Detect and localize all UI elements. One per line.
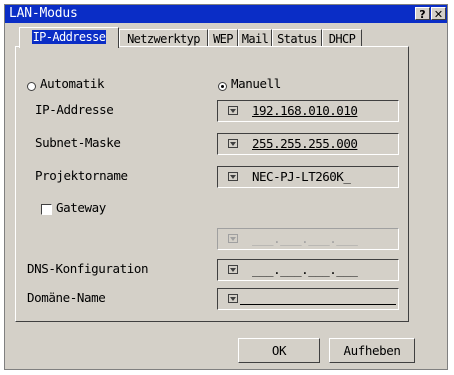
tab-netzwerktyp[interactable]: Netzwerktyp (119, 29, 208, 47)
domain-name-field[interactable] (217, 288, 399, 310)
domain-name-underline (240, 304, 396, 305)
ip-address-value: 192.168.010.010 (252, 103, 358, 118)
manual-radio[interactable] (218, 82, 227, 91)
ok-button[interactable]: OK (238, 338, 320, 363)
dropdown-icon (228, 234, 238, 243)
help-icon[interactable]: ? (415, 7, 430, 21)
projector-name-field[interactable]: NEC-PJ-LT260K_ (217, 166, 399, 188)
subnet-mask-label: Subnet-Maske (35, 135, 121, 150)
title-bar: LAN-Modus ? ✕ (5, 5, 447, 23)
tab-wep[interactable]: WEP (208, 29, 238, 47)
ip-address-field[interactable]: 192.168.010.010 (217, 100, 399, 122)
dns-config-value: ___.___.___.___ (252, 262, 358, 277)
tab-mail[interactable]: Mail (238, 29, 272, 47)
gateway-field[interactable]: ___.___.___.___ (217, 228, 399, 250)
window-title: LAN-Modus (9, 6, 78, 21)
manual-label: Manuell (231, 76, 281, 91)
tab-ip-addresse[interactable]: IP-Addresse (19, 27, 119, 48)
tab-status[interactable]: Status (272, 29, 322, 47)
dropdown-icon (228, 106, 238, 115)
gateway-checkbox[interactable] (41, 204, 52, 215)
domain-name-label: Domäne-Name (27, 290, 106, 305)
dns-config-label: DNS-Konfiguration (27, 261, 149, 276)
dropdown-icon (228, 139, 238, 148)
dropdown-icon (228, 265, 238, 274)
dropdown-icon (228, 294, 238, 303)
ip-address-label: IP-Addresse (35, 102, 114, 117)
dropdown-icon (228, 172, 238, 181)
tab-dhcp[interactable]: DHCP (322, 29, 362, 47)
subnet-mask-field[interactable]: 255.255.255.000 (217, 133, 399, 155)
dns-config-field[interactable]: ___.___.___.___ (217, 259, 399, 281)
projector-name-value: NEC-PJ-LT260K_ (252, 169, 351, 184)
lan-mode-dialog: LAN-Modus ? ✕ IP-Addresse Netzwerktyp WE… (4, 4, 448, 370)
close-icon[interactable]: ✕ (431, 7, 446, 21)
automatic-label: Automatik (40, 76, 105, 91)
subnet-mask-value: 255.255.255.000 (252, 136, 358, 151)
gateway-label: Gateway (56, 200, 106, 215)
cancel-button[interactable]: Aufheben (329, 338, 415, 363)
gateway-value: ___.___.___.___ (252, 231, 358, 246)
automatic-radio[interactable] (27, 82, 36, 91)
projector-name-label: Projektorname (35, 168, 128, 183)
